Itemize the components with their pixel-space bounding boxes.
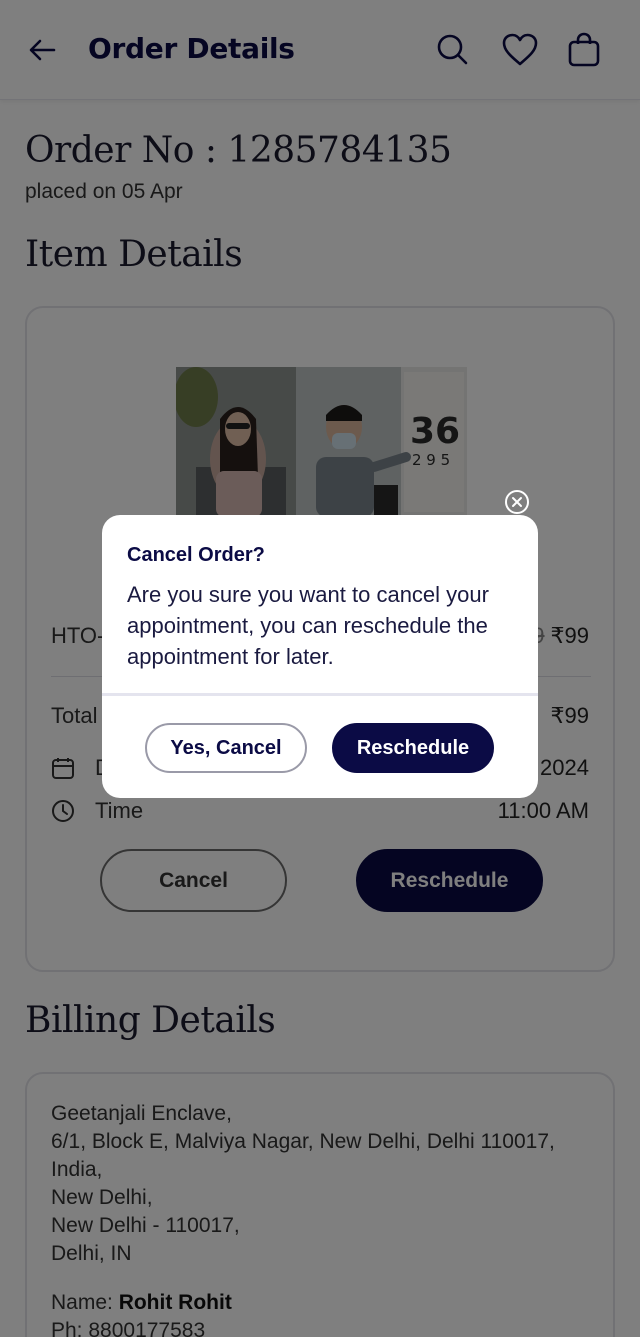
yes-cancel-button[interactable]: Yes, Cancel	[145, 723, 307, 773]
dialog-message: Are you sure you want to cancel your app…	[127, 582, 489, 669]
dialog-divider	[102, 693, 538, 696]
cancel-order-dialog: Cancel Order? Are you sure you want to c…	[102, 515, 538, 798]
close-dialog-button[interactable]	[505, 490, 529, 514]
close-icon	[512, 497, 522, 507]
dialog-reschedule-button[interactable]: Reschedule	[332, 723, 494, 773]
dialog-title: Cancel Order?	[127, 544, 265, 566]
